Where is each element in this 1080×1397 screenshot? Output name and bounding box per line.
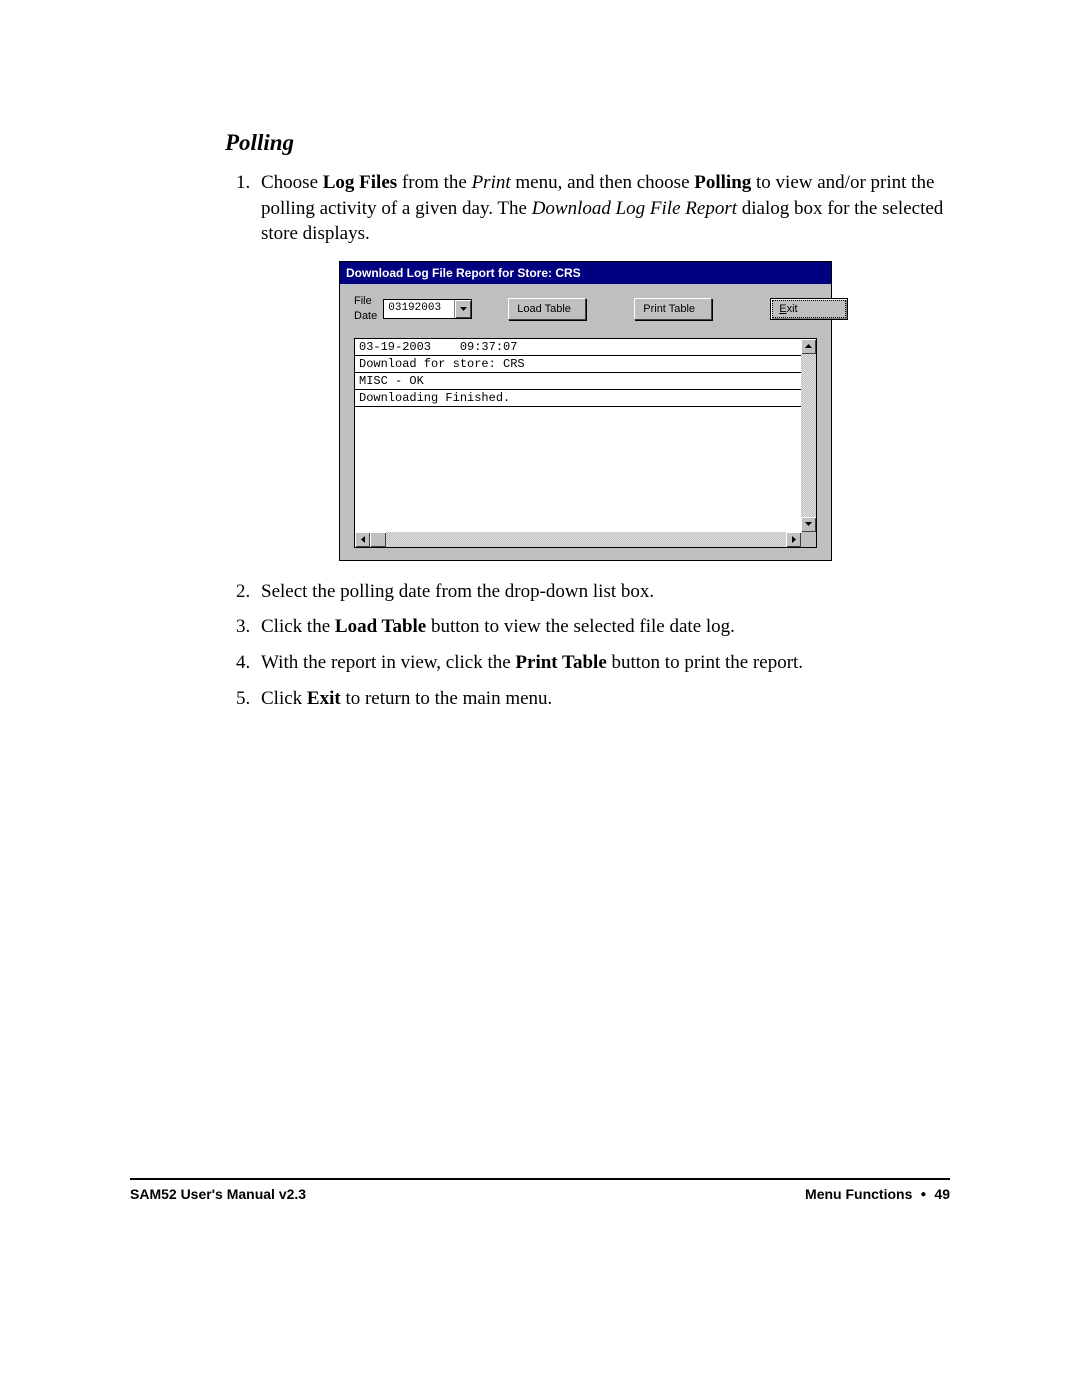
text: from the <box>397 172 471 193</box>
step-5: Click Exit to return to the main menu. <box>255 686 950 712</box>
load-table-button[interactable]: Load Table <box>508 298 586 321</box>
chevron-down-icon[interactable] <box>454 300 471 318</box>
bold: Print Table <box>515 652 606 673</box>
file-date-label: File Date <box>354 294 377 324</box>
text: button to print the report. <box>607 652 803 673</box>
footer-page-number: 49 <box>934 1186 950 1202</box>
log-output: 03-19-2003 09:37:07 Download for store: … <box>354 338 817 548</box>
scroll-down-icon[interactable] <box>801 517 816 532</box>
scrollbar-corner <box>801 532 816 547</box>
step-2: Select the polling date from the drop-do… <box>255 579 950 605</box>
bold: Polling <box>694 172 751 193</box>
exit-button[interactable]: Exit <box>770 298 848 321</box>
vertical-scrollbar[interactable] <box>801 339 816 532</box>
scroll-thumb[interactable] <box>370 532 386 547</box>
step-3: Click the Load Table button to view the … <box>255 614 950 640</box>
log-line: MISC - OK <box>355 373 801 390</box>
dialog-titlebar: Download Log File Report for Store: CRS <box>340 262 831 284</box>
scroll-up-icon[interactable] <box>801 339 816 354</box>
footer-left: SAM52 User's Manual v2.3 <box>130 1186 306 1202</box>
italic: Print <box>472 172 511 193</box>
log-line: Downloading Finished. <box>355 390 801 407</box>
text: Click <box>261 688 307 709</box>
log-line: Download for store: CRS <box>355 356 801 373</box>
steps-list: Choose Log Files from the Print menu, an… <box>225 170 950 711</box>
step-4: With the report in view, click the Print… <box>255 650 950 676</box>
log-line: 03-19-2003 09:37:07 <box>355 339 801 356</box>
text: Click the <box>261 616 335 637</box>
bold: Exit <box>307 688 341 709</box>
text: menu, and then choose <box>511 172 695 193</box>
italic: Download Log File Report <box>532 198 737 219</box>
horizontal-scrollbar[interactable] <box>355 532 801 547</box>
print-table-button[interactable]: Print Table <box>634 298 712 321</box>
text: button to view the selected file date lo… <box>426 616 735 637</box>
text: to return to the main menu. <box>341 688 553 709</box>
text: Choose <box>261 172 323 193</box>
download-log-dialog: Download Log File Report for Store: CRS … <box>339 261 832 561</box>
text: With the report in view, click the <box>261 652 515 673</box>
file-date-dropdown[interactable]: 03192003 <box>383 299 472 319</box>
scroll-left-icon[interactable] <box>355 532 370 547</box>
step-1: Choose Log Files from the Print menu, an… <box>255 170 950 561</box>
file-date-value[interactable]: 03192003 <box>384 300 454 318</box>
scroll-right-icon[interactable] <box>786 532 801 547</box>
section-heading: Polling <box>225 130 950 156</box>
bold: Load Table <box>335 616 426 637</box>
bullet-icon: ● <box>920 1189 926 1200</box>
footer-section: Menu Functions <box>805 1186 912 1202</box>
bold: Log Files <box>323 172 397 193</box>
page-footer: SAM52 User's Manual v2.3 Menu Functions … <box>130 1178 950 1202</box>
